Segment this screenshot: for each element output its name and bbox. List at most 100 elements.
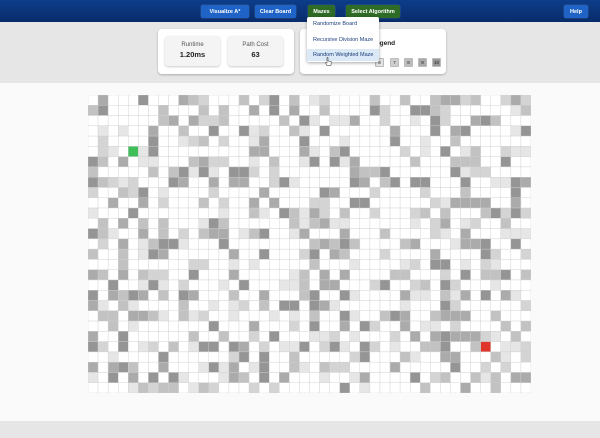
grid-cell[interactable] — [470, 259, 481, 270]
grid-cell[interactable] — [218, 310, 230, 322]
grid-cell[interactable] — [88, 300, 99, 312]
grid-cell[interactable] — [420, 269, 431, 281]
grid-cell[interactable] — [369, 361, 381, 373]
grid-cell[interactable] — [480, 351, 491, 363]
grid-cell[interactable] — [450, 238, 461, 250]
grid-cell[interactable] — [490, 372, 502, 383]
grid-cell[interactable] — [138, 259, 149, 270]
grid-cell[interactable] — [359, 259, 371, 270]
grid-cell[interactable] — [369, 135, 381, 147]
grid-cell[interactable] — [369, 197, 381, 209]
grid-cell[interactable] — [329, 95, 340, 106]
grid-cell[interactable] — [379, 95, 391, 106]
grid-cell[interactable] — [208, 135, 220, 147]
grid-cell[interactable] — [279, 320, 290, 332]
grid-cell[interactable] — [198, 351, 210, 363]
grid-cell[interactable] — [440, 166, 451, 178]
grid-cell[interactable] — [409, 177, 421, 188]
grid-cell[interactable] — [97, 135, 109, 147]
grid-cell[interactable] — [198, 259, 210, 270]
grid-cell[interactable] — [329, 372, 340, 383]
grid-cell[interactable] — [208, 248, 220, 260]
grid-cell[interactable] — [158, 135, 169, 147]
grid-cell[interactable] — [158, 382, 169, 393]
grid-cell[interactable] — [258, 207, 270, 219]
grid-cell[interactable] — [420, 351, 431, 363]
grid-cell[interactable] — [440, 115, 451, 127]
grid-cell[interactable] — [178, 341, 189, 353]
grid-cell[interactable] — [208, 300, 220, 312]
grid-cell[interactable] — [218, 218, 230, 229]
grid-cell[interactable] — [520, 228, 531, 240]
grid-cell[interactable] — [430, 228, 441, 240]
grid-cell[interactable] — [279, 279, 290, 291]
grid-cell[interactable] — [228, 187, 240, 198]
grid-cell[interactable] — [520, 331, 531, 342]
grid-cell[interactable] — [470, 95, 481, 106]
grid-cell[interactable] — [208, 372, 220, 383]
grid-cell[interactable] — [299, 320, 310, 332]
grid-cell[interactable] — [490, 331, 502, 342]
grid-cell[interactable] — [369, 331, 381, 342]
grid-cell[interactable] — [309, 95, 320, 106]
grid-cell[interactable] — [389, 320, 401, 332]
grid-cell[interactable] — [399, 372, 411, 383]
grid-cell[interactable] — [480, 331, 491, 342]
grid-cell[interactable] — [440, 259, 451, 270]
grid-cell[interactable] — [279, 197, 290, 209]
grid-cell[interactable] — [138, 166, 149, 178]
grid-cell[interactable] — [248, 372, 260, 383]
grid-cell[interactable] — [228, 290, 240, 301]
grid-cell[interactable] — [168, 177, 179, 188]
grid-cell[interactable] — [118, 361, 129, 373]
grid-cell[interactable] — [299, 341, 310, 353]
grid-cell[interactable] — [208, 361, 220, 373]
grid-cell[interactable] — [97, 351, 109, 363]
grid-cell[interactable] — [218, 361, 230, 373]
grid-cell[interactable] — [289, 207, 300, 219]
grid-cell[interactable] — [460, 238, 471, 250]
grid-cell[interactable] — [409, 248, 421, 260]
grid-cell[interactable] — [228, 218, 240, 229]
grid-cell[interactable] — [359, 105, 371, 116]
grid-cell[interactable] — [128, 125, 139, 137]
grid-cell[interactable] — [138, 177, 149, 188]
grid-cell[interactable] — [118, 269, 129, 281]
grid-cell[interactable] — [279, 259, 290, 270]
grid-cell[interactable] — [228, 156, 240, 168]
grid-cell[interactable] — [218, 331, 230, 342]
grid-cell[interactable] — [450, 269, 461, 281]
grid-cell[interactable] — [359, 382, 371, 393]
grid-cell[interactable] — [339, 177, 350, 188]
grid-cell[interactable] — [107, 259, 119, 270]
grid-cell[interactable] — [138, 146, 149, 157]
grid-cell[interactable] — [309, 259, 320, 270]
grid-cell[interactable] — [520, 197, 531, 209]
grid-cell[interactable] — [107, 218, 119, 229]
grid-cell[interactable] — [399, 207, 411, 219]
grid-cell[interactable] — [460, 187, 471, 198]
grid-cell[interactable] — [399, 95, 411, 106]
grid-cell[interactable] — [500, 197, 512, 209]
grid-cell[interactable] — [258, 372, 270, 383]
grid-cell[interactable] — [258, 361, 270, 373]
grid-cell[interactable] — [248, 125, 260, 137]
grid-cell[interactable] — [238, 279, 250, 291]
grid-cell[interactable] — [279, 166, 290, 178]
grid-cell[interactable] — [289, 269, 300, 281]
grid-cell[interactable] — [289, 135, 300, 147]
grid-cell[interactable] — [269, 115, 280, 127]
grid-cell[interactable] — [520, 166, 531, 178]
grid-cell[interactable] — [339, 341, 350, 353]
grid-cell[interactable] — [430, 290, 441, 301]
grid-cell[interactable] — [107, 382, 119, 393]
grid-cell[interactable] — [138, 187, 149, 198]
grid-cell[interactable] — [248, 207, 260, 219]
grid-cell[interactable] — [289, 331, 300, 342]
grid-cell[interactable] — [359, 187, 371, 198]
grid-cell[interactable] — [148, 125, 159, 137]
grid-cell[interactable] — [510, 156, 522, 168]
grid-cell[interactable] — [420, 341, 431, 353]
grid-cell[interactable] — [107, 95, 119, 106]
grid-cell[interactable] — [138, 248, 149, 260]
